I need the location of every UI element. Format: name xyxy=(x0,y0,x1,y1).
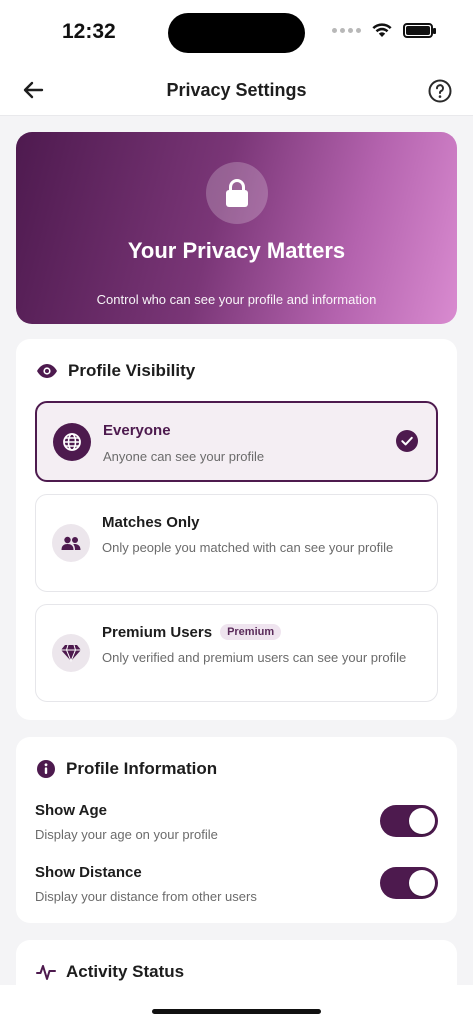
section-header-visibility: Profile Visibility xyxy=(36,361,195,381)
option-icon-circle xyxy=(53,423,91,461)
setting-description: Display your distance from other users xyxy=(35,889,257,904)
option-description: Only people you matched with can see you… xyxy=(102,540,394,555)
signal-icon xyxy=(332,27,361,33)
option-icon-circle xyxy=(52,634,90,672)
scroll-content[interactable]: Your Privacy Matters Control who can see… xyxy=(0,117,473,985)
option-icon-circle xyxy=(52,524,90,562)
profile-visibility-card: Profile Visibility Everyone Anyone can s… xyxy=(16,339,457,720)
option-title-row: Premium Users Premium xyxy=(102,624,282,641)
page-title: Privacy Settings xyxy=(166,80,307,100)
premium-badge: Premium xyxy=(220,624,282,640)
setting-title: Show Age xyxy=(35,802,107,819)
diamond-icon xyxy=(61,644,81,662)
home-indicator-area xyxy=(0,985,473,1024)
home-indicator[interactable] xyxy=(152,1009,321,1014)
privacy-hero-banner: Your Privacy Matters Control who can see… xyxy=(16,132,457,324)
check-circle-icon xyxy=(396,430,418,452)
globe-icon xyxy=(63,433,81,451)
status-indicators xyxy=(332,22,436,38)
setting-row-show-age: Show Age Display your age on your profil… xyxy=(35,802,438,842)
people-icon xyxy=(61,536,81,550)
setting-title: Show Distance xyxy=(35,864,142,881)
wifi-icon xyxy=(372,23,392,37)
setting-description: Display your age on your profile xyxy=(35,827,218,842)
option-description: Anyone can see your profile xyxy=(103,449,265,464)
option-title: Everyone xyxy=(103,422,171,439)
help-icon[interactable] xyxy=(427,78,453,104)
dynamic-island xyxy=(168,13,305,53)
section-header-info: Profile Information xyxy=(36,759,217,779)
setting-row-show-distance: Show Distance Display your distance from… xyxy=(35,864,438,904)
section-title: Activity Status xyxy=(66,962,185,981)
activity-pulse-icon xyxy=(36,965,56,980)
section-title: Profile Information xyxy=(66,759,218,778)
toggle-knob xyxy=(409,808,435,834)
show-age-toggle[interactable] xyxy=(380,805,438,837)
section-header-activity: Activity Status xyxy=(36,962,184,982)
battery-icon xyxy=(403,22,436,38)
show-distance-toggle[interactable] xyxy=(380,867,438,899)
profile-information-card: Profile Information Show Age Display you… xyxy=(16,737,457,923)
visibility-option-everyone[interactable]: Everyone Anyone can see your profile xyxy=(35,401,438,482)
eye-icon xyxy=(37,364,57,378)
hero-subtitle: Control who can see your profile and inf… xyxy=(96,292,377,307)
lock-icon xyxy=(226,179,248,207)
option-title: Matches Only xyxy=(102,514,200,531)
option-title: Premium Users xyxy=(102,624,213,641)
visibility-option-matches[interactable]: Matches Only Only people you matched wit… xyxy=(35,494,438,592)
status-bar: 12:32 xyxy=(0,0,473,64)
info-icon xyxy=(37,760,55,778)
toggle-knob xyxy=(409,870,435,896)
status-time: 12:32 xyxy=(62,20,116,43)
section-title: Profile Visibility xyxy=(68,361,196,380)
visibility-option-premium[interactable]: Premium Users Premium Only verified and p… xyxy=(35,604,438,702)
lock-icon-circle xyxy=(206,162,268,224)
activity-status-card: Activity Status xyxy=(16,940,457,985)
nav-bar: Privacy Settings xyxy=(0,64,473,116)
hero-title: Your Privacy Matters xyxy=(127,238,346,263)
option-description: Only verified and premium users can see … xyxy=(102,650,407,665)
